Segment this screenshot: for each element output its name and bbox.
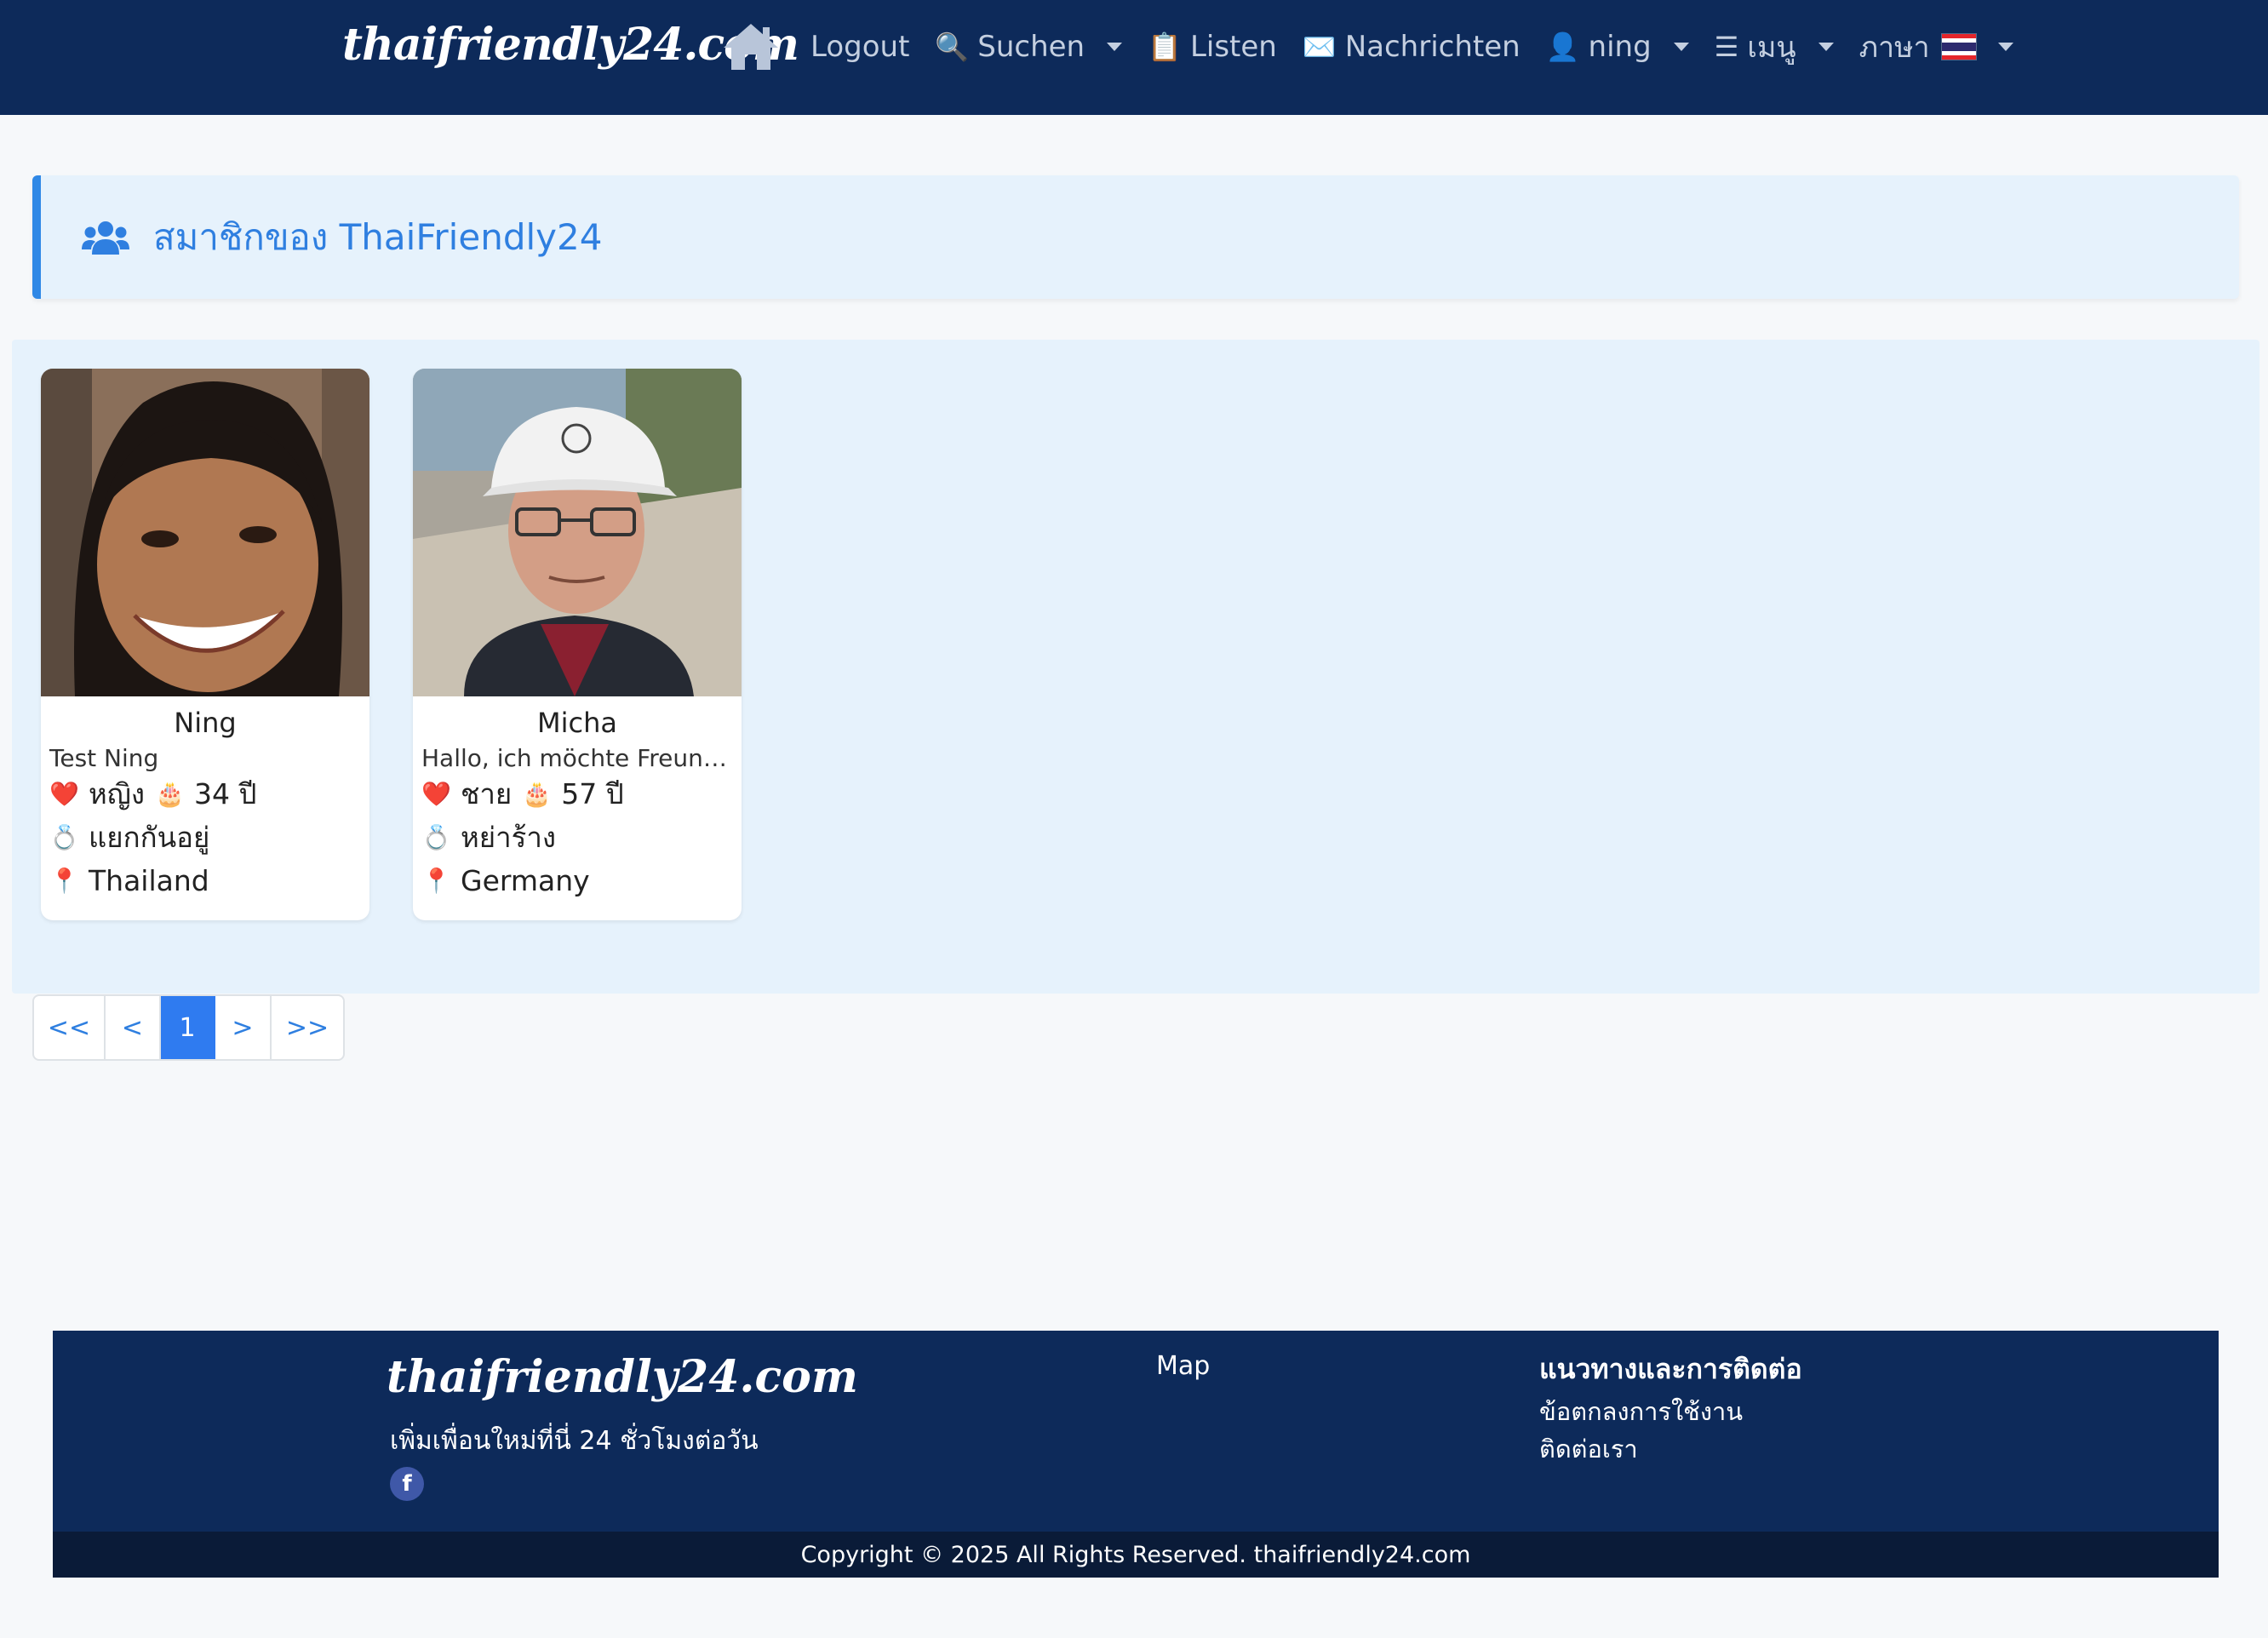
member-gender-age: ❤️ ชาย 🎂 57 ปี [413, 772, 742, 816]
hamburger-icon: ☰ [1714, 31, 1739, 63]
nav-language-label: ภาษา [1858, 31, 1930, 65]
users-icon [82, 220, 129, 255]
heart-icon: ❤️ [49, 780, 79, 808]
facebook-icon[interactable]: f [390, 1467, 424, 1501]
member-tagline: Test Ning [49, 744, 159, 772]
first-page-button[interactable]: << [34, 996, 106, 1059]
nav-logout-label: Logout [810, 30, 910, 64]
copyright-bar: Copyright © 2025 All Rights Reserved. th… [53, 1532, 2219, 1578]
last-page-button[interactable]: >> [272, 996, 343, 1059]
nav-menu-dropdown[interactable]: ☰ เมนู [1715, 24, 1834, 70]
footer-tagline: เพิ่มเพื่อนใหม่ที่นี่ 24 ชั่วโมงต่อวัน [390, 1426, 759, 1456]
chevron-down-icon [1673, 43, 1689, 51]
nav-menu-label: เมนู [1747, 31, 1796, 65]
footer-map-link[interactable]: Map [1156, 1351, 1210, 1381]
member-status: หย่าร้าง [461, 821, 556, 854]
member-age: 57 ปี [561, 777, 624, 810]
search-icon: 🔍 [935, 31, 970, 63]
clipboard-icon: 📋 [1148, 31, 1182, 63]
member-name[interactable]: Ning [41, 707, 369, 741]
nav-nachrichten[interactable]: ✉️ Nachrichten [1303, 30, 1521, 64]
member-status-row: 💍 หย่าร้าง [413, 816, 742, 859]
pagination: << < 1 > >> [32, 994, 345, 1061]
prev-page-button[interactable]: < [106, 996, 161, 1059]
next-page-button[interactable]: > [215, 996, 272, 1059]
nav-suchen-label: Suchen [977, 30, 1085, 64]
footer-contact-link[interactable]: ติดต่อเรา [1539, 1429, 1638, 1469]
user-icon: 👤 [1545, 31, 1580, 63]
nav-listen-label: Listen [1189, 30, 1277, 64]
copyright-text: Copyright © 2025 All Rights Reserved. th… [800, 1541, 1471, 1568]
footer-terms-link[interactable]: ข้อตกลงการใช้งาน [1539, 1392, 1743, 1431]
nav-nachrichten-label: Nachrichten [1344, 30, 1521, 64]
member-name[interactable]: Micha [413, 707, 742, 741]
envelope-icon: ✉️ [1302, 31, 1337, 63]
member-card[interactable]: Ning Test Ning ❤️ หญิง 🎂 34 ปี 💍 แยกกันอ… [41, 369, 369, 920]
member-photo[interactable] [413, 369, 742, 696]
nav-user-label: ning [1588, 30, 1652, 64]
home-icon[interactable] [720, 20, 782, 73]
member-location: Germany [461, 864, 590, 897]
member-card[interactable]: Micha Hallo, ich möchte Freunde... ❤️ ชา… [413, 369, 742, 920]
top-navbar: thaifriendly24.com Logout 🔍 Suchen 📋 Lis… [0, 0, 2268, 115]
member-location-row: 📍 Germany [413, 859, 742, 902]
footer-contact-title: แนวทางและการติดต่อ [1539, 1353, 1802, 1385]
member-status-row: 💍 แยกกันอยู่ [41, 816, 369, 859]
nav-listen[interactable]: 📋 Listen [1148, 30, 1277, 64]
footer-brand-logo[interactable]: thaifriendly24.com [387, 1351, 858, 1403]
member-tagline: Hallo, ich möchte Freunde... [421, 744, 742, 772]
nav-suchen-dropdown[interactable]: 🔍 Suchen [935, 30, 1123, 64]
nav-language-dropdown[interactable]: ภาษา [1859, 24, 2013, 70]
page-header: สมาชิกของ ThaiFriendly24 [32, 175, 2239, 299]
member-status: แยกกันอยู่ [89, 821, 210, 854]
nav-user-dropdown[interactable]: 👤 ning [1546, 30, 1689, 64]
location-pin-icon: 📍 [49, 867, 79, 895]
nav-menu: Logout 🔍 Suchen 📋 Listen ✉️ Nachrichten … [720, 0, 2013, 94]
page-title: สมาชิกของ ThaiFriendly24 [153, 215, 603, 258]
nav-logout[interactable]: Logout [810, 30, 909, 64]
member-gender: ชาย [461, 777, 513, 810]
ring-icon: 💍 [49, 823, 79, 851]
chevron-down-icon [1997, 43, 2013, 51]
chevron-down-icon [1107, 43, 1123, 51]
location-pin-icon: 📍 [421, 867, 451, 895]
birthday-cake-icon: 🎂 [154, 780, 185, 808]
thai-flag-icon [1941, 34, 1976, 60]
chevron-down-icon [1818, 43, 1834, 51]
birthday-cake-icon: 🎂 [522, 780, 553, 808]
footer: thaifriendly24.com เพิ่มเพื่อนใหม่ที่นี่… [53, 1331, 2219, 1578]
member-location: Thailand [89, 864, 209, 897]
member-gender-age: ❤️ หญิง 🎂 34 ปี [41, 772, 369, 816]
heart-icon: ❤️ [421, 780, 451, 808]
member-gender: หญิง [89, 777, 145, 810]
member-photo[interactable] [41, 369, 369, 696]
member-location-row: 📍 Thailand [41, 859, 369, 902]
current-page-button[interactable]: 1 [161, 996, 215, 1059]
ring-icon: 💍 [421, 823, 451, 851]
member-age: 34 ปี [193, 777, 257, 810]
